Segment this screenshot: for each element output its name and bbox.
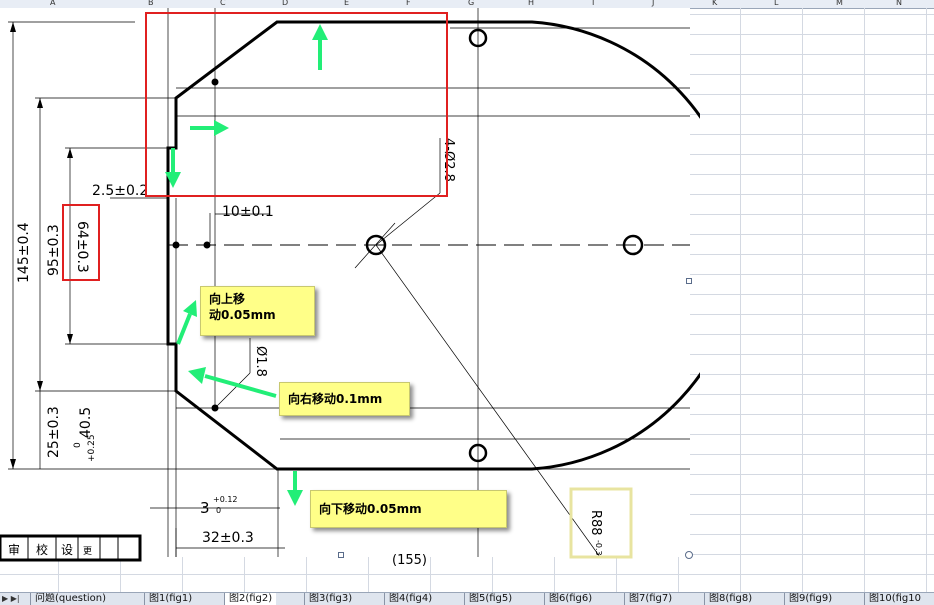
part-outline xyxy=(166,20,700,471)
highlight-box-top-left[interactable] xyxy=(145,12,448,197)
dim-depth-3-tol-upper: +0.12 xyxy=(213,495,238,504)
dim-edge-10: 10±0.1 xyxy=(222,204,274,220)
arrow-pointing-left xyxy=(204,374,277,398)
sheet-tab-0[interactable]: 问题(question) xyxy=(30,593,110,605)
column-header-n[interactable]: N xyxy=(896,0,902,7)
sheet-tab-1[interactable]: 图1(fig1) xyxy=(144,593,196,605)
column-header-c[interactable]: C xyxy=(220,0,226,7)
column-header-i[interactable]: I xyxy=(592,0,594,7)
sheet-tab-8[interactable]: 图8(fig8) xyxy=(704,593,756,605)
sheet-tab-9[interactable]: 图9(fig9) xyxy=(784,593,836,605)
title-cell-0: 审 xyxy=(8,542,20,557)
annotation-arrows xyxy=(165,24,328,506)
dim-bottom-partial: (155) xyxy=(392,553,427,568)
sheet-tab-10[interactable]: 图10(fig10 xyxy=(864,593,925,605)
dim-hole-2-8: 4-Ø2.8 xyxy=(441,138,456,182)
column-header-j[interactable]: J xyxy=(652,0,654,7)
dim-radius-88-tol: -0.3 xyxy=(594,540,603,556)
note-move-down[interactable]: 向下移动0.05mm xyxy=(310,490,507,528)
sheet-tab-6[interactable]: 图6(fig6) xyxy=(544,593,596,605)
sheet-tab-7[interactable]: 图7(fig7) xyxy=(624,593,676,605)
title-block: 审 校 设 更 xyxy=(0,534,142,562)
title-cell-3: 更 xyxy=(83,546,92,557)
dim-offset-40-5: 40.5 xyxy=(78,407,94,438)
column-header-m[interactable]: M xyxy=(836,0,843,7)
dim-offset-40-5-tol-upper: +0.25 xyxy=(87,434,97,462)
note-move-up[interactable]: 向上移 动0.05mm xyxy=(200,286,315,336)
dim-radius-88: R88 xyxy=(588,510,603,536)
dim-hole-1-8: Ø1.8 xyxy=(253,346,268,377)
column-header-d[interactable]: D xyxy=(282,0,288,7)
sheet-tab-bar: ▶ ▶| 问题(question) 图1(fig1) 图2(fig2) 图3(fig3… xyxy=(0,592,934,605)
resize-handle-bottom[interactable] xyxy=(338,552,344,558)
dim-depth-3-tol-lower: 0 xyxy=(216,506,221,515)
resize-handle-bottom-right[interactable] xyxy=(685,551,693,559)
dim-width-32: 32±0.3 xyxy=(202,530,254,546)
column-header-b[interactable]: B xyxy=(148,0,154,7)
dim-offset-40-5-tol-lower: 0 xyxy=(73,442,83,448)
dim-depth-3: 3 xyxy=(200,499,210,517)
dim-overall-height: 145±0.4 xyxy=(16,222,32,283)
column-header-e[interactable]: E xyxy=(344,0,349,7)
column-header-a[interactable]: A xyxy=(50,0,55,7)
dim-height-64: 64±0.3 xyxy=(74,221,90,273)
column-header-f[interactable]: F xyxy=(406,0,411,7)
column-header-k[interactable]: K xyxy=(712,0,717,7)
technical-drawing[interactable]: 145±0.4 95±0.3 64±0.3 25±0.3 40.5 +0.25 … xyxy=(0,8,700,568)
column-header-g[interactable]: G xyxy=(468,0,474,7)
sheet-tab-2[interactable]: 图2(fig2) xyxy=(224,593,277,605)
column-header-h[interactable]: H xyxy=(528,0,534,7)
title-cell-2: 设 xyxy=(61,543,73,557)
dim-offset-25: 25±0.3 xyxy=(46,406,62,458)
sheet-tab-5[interactable]: 图5(fig5) xyxy=(464,593,516,605)
resize-handle-right[interactable] xyxy=(686,278,692,284)
title-cell-1: 校 xyxy=(36,542,48,557)
note-move-right[interactable]: 向右移动0.1mm xyxy=(279,382,410,416)
dim-edge-2-5: 2.5±0.2 xyxy=(92,183,148,199)
column-header-l[interactable]: L xyxy=(774,0,778,7)
sheet-tab-4[interactable]: 图4(fig4) xyxy=(384,593,436,605)
sheet-tab-3[interactable]: 图3(fig3) xyxy=(304,593,356,605)
sheet-nav-arrows[interactable]: ▶ ▶| xyxy=(2,593,20,605)
arrow-up-right xyxy=(176,313,192,345)
construction-lines xyxy=(8,8,690,558)
dim-height-95: 95±0.3 xyxy=(46,224,62,276)
